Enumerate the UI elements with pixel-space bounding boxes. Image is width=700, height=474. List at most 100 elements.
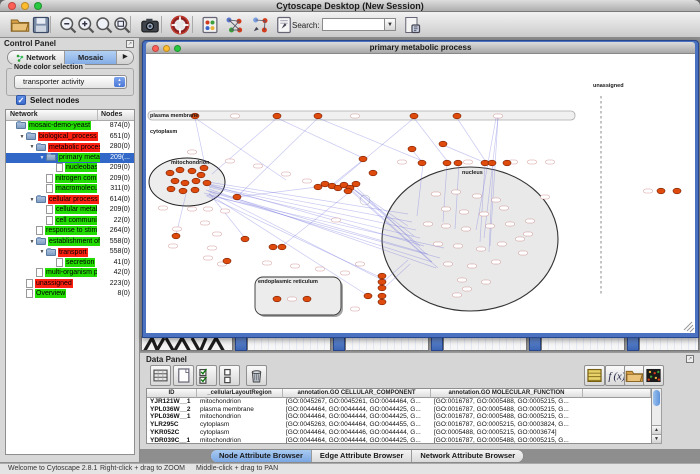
tree-row-mosaic-demo-yeast[interactable]: mosaic-demo-yeast874(0) bbox=[6, 121, 134, 132]
graph-node[interactable] bbox=[314, 184, 322, 190]
table-row-YDR039C__1[interactable]: YDR039C__1mitochondrion[GO:0044464, GO:0… bbox=[147, 437, 651, 445]
tree-expand-icon[interactable]: ▼ bbox=[28, 237, 36, 248]
graph-node[interactable] bbox=[364, 293, 372, 299]
tree-row-cell-communicat[interactable]: cell communicat22(0) bbox=[6, 216, 134, 227]
tree-expand-icon[interactable]: ▼ bbox=[28, 195, 36, 206]
tab-network-attribute-browser[interactable]: Network Attribute Browser bbox=[412, 450, 523, 462]
graph-node[interactable] bbox=[378, 293, 386, 299]
zoom-window-button[interactable] bbox=[34, 2, 42, 10]
graph-node[interactable] bbox=[273, 296, 281, 302]
graph-node[interactable] bbox=[181, 180, 189, 186]
formula-fx-icon[interactable]: f (x) bbox=[605, 365, 626, 386]
tree-row-metabolic-process[interactable]: ▼metabolic process280(0) bbox=[6, 142, 134, 153]
float-panel-icon[interactable]: ↗ bbox=[686, 355, 694, 363]
graph-node[interactable] bbox=[176, 167, 184, 173]
graph-node[interactable] bbox=[378, 279, 386, 285]
zoom-selected-icon[interactable] bbox=[112, 15, 132, 35]
column-grid-icon[interactable] bbox=[150, 365, 171, 386]
minimize-window-button[interactable] bbox=[21, 2, 29, 10]
background-window-fragment[interactable] bbox=[639, 336, 699, 351]
graph-edge[interactable] bbox=[333, 160, 363, 184]
vizmapper-icon[interactable] bbox=[200, 15, 220, 35]
scrollbar-thumb[interactable] bbox=[653, 390, 660, 406]
graph-node[interactable] bbox=[241, 236, 249, 242]
graph-node[interactable] bbox=[197, 172, 205, 178]
tree-row-nitrogen-compo[interactable]: nitrogen compo209(0) bbox=[6, 174, 134, 185]
graph-node[interactable] bbox=[269, 244, 277, 250]
tree-expand-icon[interactable]: ▼ bbox=[28, 142, 36, 153]
tab-mosaic[interactable]: Mosaic bbox=[65, 51, 117, 64]
column-header-filler[interactable] bbox=[583, 389, 651, 398]
float-panel-icon[interactable]: ↗ bbox=[126, 40, 134, 48]
tree-row-establishment-of-lo[interactable]: ▼establishment of lo558(0) bbox=[6, 237, 134, 248]
graph-node[interactable] bbox=[657, 188, 665, 194]
table-row-YKR052C[interactable]: YKR052Ccytoplasm[GO:0044464, GO:0044446,… bbox=[147, 429, 651, 437]
graph-node[interactable] bbox=[273, 113, 281, 119]
graph-node[interactable] bbox=[378, 285, 386, 291]
search-dropdown-button[interactable]: ▼ bbox=[384, 18, 396, 31]
network-layout-icon[interactable] bbox=[224, 15, 244, 35]
graph-node[interactable] bbox=[179, 188, 187, 194]
search-input[interactable] bbox=[322, 18, 384, 31]
graph-node[interactable] bbox=[191, 187, 199, 193]
graph-node[interactable] bbox=[369, 170, 377, 176]
graph-node[interactable] bbox=[488, 160, 496, 166]
background-window-fragment[interactable] bbox=[443, 336, 527, 351]
graph-node[interactable] bbox=[443, 160, 451, 166]
annotation-page-icon[interactable] bbox=[274, 15, 294, 35]
unselect-attributes-icon[interactable] bbox=[219, 365, 240, 386]
column-header--cellularlayoutregion[interactable]: _cellularLayoutRegion bbox=[197, 389, 283, 398]
graph-node[interactable] bbox=[166, 170, 174, 176]
graph-node[interactable] bbox=[278, 244, 286, 250]
graph-node[interactable] bbox=[314, 113, 322, 119]
column-header-annotation-go-molecular-function[interactable]: annotation.GO MOLECULAR_FUNCTION bbox=[431, 389, 583, 398]
tab-node-attribute-browser[interactable]: Node Attribute Browser bbox=[211, 450, 312, 462]
network-edit-icon[interactable] bbox=[250, 15, 270, 35]
graph-node[interactable] bbox=[200, 165, 208, 171]
help-ring-icon[interactable] bbox=[170, 15, 190, 35]
table-scrollbar[interactable]: ▲ ▼ bbox=[652, 388, 662, 444]
graph-edge[interactable] bbox=[457, 118, 486, 162]
tab-network[interactable]: Network bbox=[8, 51, 65, 64]
table-row-YJR121W__1[interactable]: YJR121W__1mitochondrion[GO:0045267, GO:0… bbox=[147, 398, 651, 406]
zoom-in-icon[interactable] bbox=[76, 15, 96, 35]
select-nodes-checkbox[interactable]: ✓ bbox=[16, 95, 26, 105]
graph-edge[interactable] bbox=[238, 118, 318, 196]
graph-edge[interactable] bbox=[277, 118, 363, 158]
graph-node[interactable] bbox=[378, 299, 386, 305]
tree-expand-icon[interactable]: ▼ bbox=[38, 247, 46, 258]
tab-edge-attribute-browser[interactable]: Edge Attribute Browser bbox=[312, 450, 412, 462]
table-row-YPL036W__1[interactable]: YPL036W__1mitochondrion[GO:0044464, GO:0… bbox=[147, 413, 651, 421]
attribute-table[interactable]: ID_cellularLayoutRegionannotation.GO CEL… bbox=[146, 388, 652, 444]
minimize-network-window-button[interactable] bbox=[163, 45, 170, 52]
overview-window-preview[interactable] bbox=[141, 336, 233, 351]
tree-row-transport[interactable]: ▼transport558(0) bbox=[6, 247, 134, 258]
import-attributes-icon[interactable] bbox=[624, 365, 645, 386]
snapshot-camera-icon[interactable] bbox=[140, 15, 160, 35]
tab-overflow-button[interactable]: ▶ bbox=[117, 51, 133, 64]
graph-node[interactable] bbox=[454, 160, 462, 166]
graph-node[interactable] bbox=[188, 168, 196, 174]
tree-row-cellular-process[interactable]: ▼cellular process614(0) bbox=[6, 195, 134, 206]
window-resize-grip[interactable] bbox=[684, 322, 694, 332]
heatmap-grid-icon[interactable] bbox=[643, 365, 664, 386]
table-row-YLR295C[interactable]: YLR295Ccytoplasm[GO:0045263, GO:0044464,… bbox=[147, 421, 651, 429]
tree-row-secretion[interactable]: secretion41(0) bbox=[6, 258, 134, 269]
close-window-button[interactable] bbox=[8, 2, 16, 10]
graph-node[interactable] bbox=[223, 258, 231, 264]
tree-row-multi-organism-pro[interactable]: multi-organism pro42(0) bbox=[6, 268, 134, 279]
new-attribute-icon[interactable] bbox=[173, 365, 194, 386]
tree-row-cellular-metabol[interactable]: cellular metabol209(0) bbox=[6, 205, 134, 216]
background-window-fragment[interactable] bbox=[247, 336, 331, 351]
graph-node[interactable] bbox=[344, 188, 352, 194]
background-window-fragment[interactable] bbox=[345, 336, 429, 351]
tree-row-nucleobase-[interactable]: nucleobase-209(0) bbox=[6, 163, 134, 174]
network-window-titlebar[interactable]: primary metabolic process bbox=[146, 42, 695, 54]
zoom-network-window-button[interactable] bbox=[174, 45, 181, 52]
open-folder-icon[interactable] bbox=[10, 15, 30, 35]
table-row-YPL036W__2[interactable]: YPL036W__2plasma membrane[GO:0044464, GO… bbox=[147, 406, 651, 414]
zoom-fit-icon[interactable] bbox=[94, 15, 114, 35]
graph-node[interactable] bbox=[418, 160, 426, 166]
graph-edge[interactable] bbox=[414, 118, 448, 162]
graph-node[interactable] bbox=[673, 188, 681, 194]
